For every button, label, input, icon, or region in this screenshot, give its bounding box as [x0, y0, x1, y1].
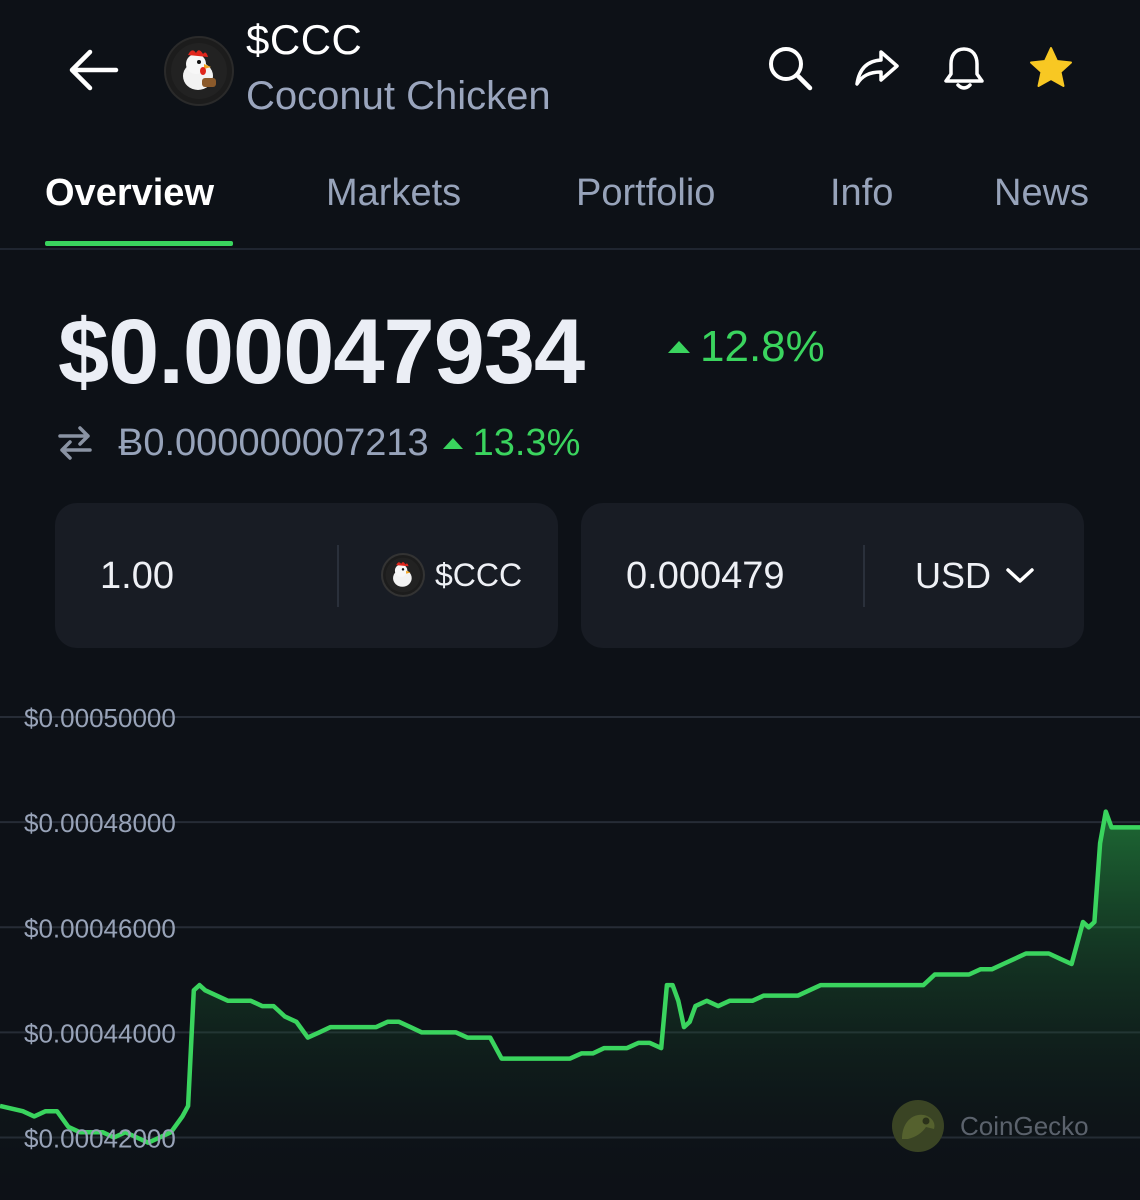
tab-bar: Overview Markets Portfolio Info News: [0, 150, 1140, 250]
chicken-logo-icon: [171, 43, 227, 99]
gecko-logo-icon: [892, 1100, 944, 1152]
search-icon: [769, 47, 813, 91]
usd-price: $0.00047934: [58, 301, 585, 403]
y-tick-label: $0.00042000: [24, 1123, 176, 1153]
chicken-logo-icon: [385, 557, 421, 593]
tab-overview[interactable]: Overview: [45, 172, 214, 215]
token-selector[interactable]: $CCC: [383, 555, 522, 595]
star-icon: [1030, 47, 1072, 87]
active-tab-indicator: [45, 241, 233, 246]
divider: [863, 545, 865, 607]
coin-logo: [166, 38, 232, 104]
back-arrow-icon: [69, 49, 119, 91]
usd-change-value: 12.8%: [700, 322, 825, 371]
y-tick-label: $0.00044000: [24, 1018, 176, 1048]
btc-price: Ƀ0.000000007213: [118, 421, 429, 464]
watchlist-button[interactable]: [1027, 44, 1075, 92]
back-button[interactable]: [64, 44, 122, 96]
coin-name: Coconut Chicken: [246, 74, 551, 118]
swap-icon: [58, 426, 92, 460]
coingecko-watermark: CoinGecko: [892, 1100, 1089, 1152]
amount-input[interactable]: 1.00: [100, 555, 174, 598]
share-button[interactable]: [853, 44, 901, 92]
btc-change: 13.3%: [442, 421, 581, 465]
up-triangle-icon: [668, 341, 690, 353]
chevron-down-icon: [1006, 568, 1034, 583]
currency-selector[interactable]: USD: [915, 555, 1035, 597]
coin-ticker: $CCC: [246, 16, 363, 63]
watermark-text: CoinGecko: [960, 1110, 1089, 1141]
converted-value[interactable]: 0.000479: [626, 555, 785, 598]
divider: [337, 545, 339, 607]
token-logo: [383, 555, 423, 595]
tab-markets[interactable]: Markets: [326, 172, 461, 215]
tab-news[interactable]: News: [994, 172, 1089, 215]
y-tick-label: $0.00048000: [24, 808, 176, 838]
token-symbol: $CCC: [435, 556, 523, 593]
search-button[interactable]: [766, 44, 814, 92]
tab-portfolio[interactable]: Portfolio: [576, 172, 715, 215]
alert-button[interactable]: [940, 44, 988, 92]
currency-label: USD: [915, 555, 992, 596]
y-tick-label: $0.00050000: [24, 703, 176, 733]
btc-price-row: Ƀ0.000000007213 13.3%: [58, 418, 580, 468]
share-icon: [855, 50, 899, 86]
bell-icon: [944, 47, 984, 90]
y-tick-label: $0.00046000: [24, 913, 176, 943]
converter-output-box: 0.000479 USD: [581, 503, 1084, 648]
converter-input-box: 1.00 $CCC: [55, 503, 558, 648]
up-triangle-icon: [442, 437, 463, 449]
usd-change: 12.8%: [668, 322, 825, 372]
btc-change-value: 13.3%: [472, 421, 581, 464]
tab-info[interactable]: Info: [830, 172, 893, 215]
